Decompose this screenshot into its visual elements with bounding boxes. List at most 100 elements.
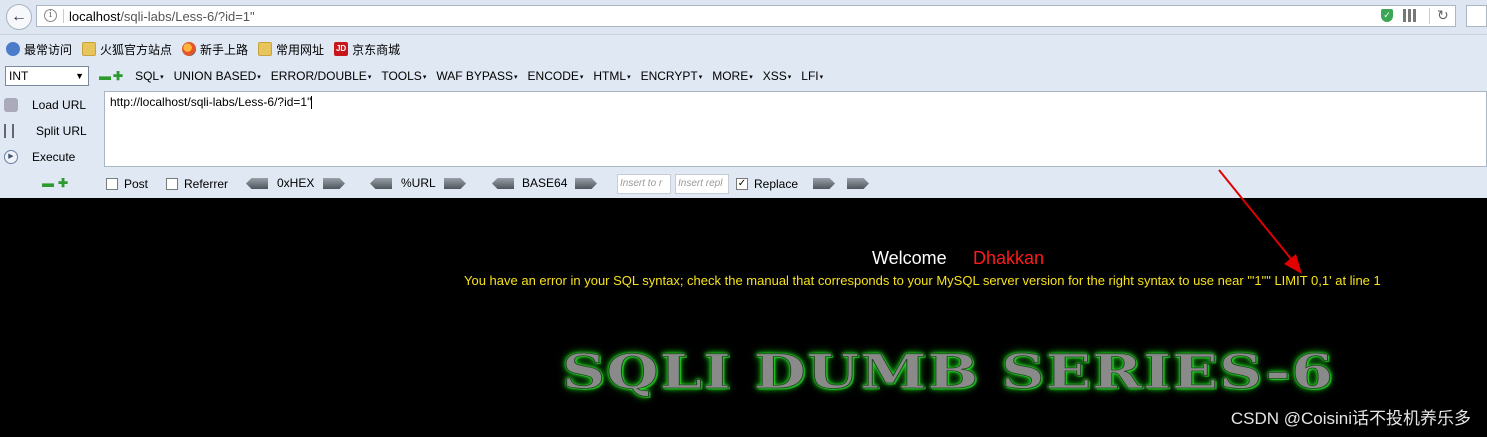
menu-label: WAF BYPASS [436, 69, 514, 83]
welcome-name: Dhakkan [973, 248, 1045, 268]
menu-waf-bypass[interactable]: WAF BYPASS▾ [436, 69, 517, 83]
firefox-icon [182, 42, 197, 56]
bookmark-common-sites[interactable]: 常用网址 [258, 41, 324, 58]
load-icon [4, 98, 18, 112]
replace-all-arrow[interactable] [847, 178, 869, 189]
caret-icon: ▾ [819, 73, 824, 81]
bookmark-most-visited[interactable]: 最常访问 [0, 41, 72, 58]
menu-union-based[interactable]: UNION BASED▾ [174, 69, 261, 83]
post-checkbox[interactable]: Post [106, 177, 148, 191]
post-label: Post [124, 177, 149, 191]
menu-label: ENCRYPT [640, 69, 698, 83]
caret-icon: ▾ [749, 73, 753, 81]
url-text[interactable]: localhost/sqli-labs/Less-6/?id=1" [69, 9, 255, 24]
url-enc-label: %URL [401, 176, 436, 190]
bookmark-label: 最常访问 [24, 42, 73, 57]
menu-xss[interactable]: XSS▾ [763, 69, 792, 83]
info-icon[interactable]: i [44, 9, 57, 22]
menu-html[interactable]: HTML▾ [593, 69, 630, 83]
url-host: localhost [69, 9, 121, 24]
menu-encode[interactable]: ENCODE▾ [528, 69, 584, 83]
bookmark-label: 火狐官方站点 [100, 42, 173, 57]
browser-chrome: ← i localhost/sqli-labs/Less-6/?id=1" ✓ … [0, 0, 1487, 198]
menu-lfi[interactable]: LFI▾ [801, 69, 823, 83]
address-bar[interactable]: i localhost/sqli-labs/Less-6/?id=1" ✓ ↻ [36, 5, 1456, 27]
checkbox-checked-box[interactable]: ✓ [736, 178, 748, 190]
replace-checkbox[interactable]: ✓ Replace [736, 177, 798, 191]
caret-icon: ▾ [422, 73, 427, 81]
menu-tools[interactable]: TOOLS▾ [381, 69, 426, 83]
type-select[interactable]: INT ▼ [5, 66, 89, 86]
folder-icon [258, 42, 273, 56]
base64-label: BASE64 [522, 176, 568, 190]
menu-sql[interactable]: SQL▾ [135, 69, 164, 83]
shield-icon[interactable]: ✓ [1381, 9, 1393, 22]
url-encode-arrow[interactable] [444, 178, 466, 189]
url-path: /sqli-labs/Less-6/?id=1" [120, 9, 255, 24]
caret-icon: ▾ [160, 73, 164, 81]
navigation-bar: ← i localhost/sqli-labs/Less-6/?id=1" ✓ … [0, 0, 1487, 35]
split-url-button[interactable]: Split URL [0, 120, 100, 142]
play-icon: ▶ [4, 150, 18, 164]
menu-label: XSS [762, 69, 787, 83]
insert-find-input[interactable]: Insert to r [617, 174, 671, 194]
caret-icon: ▾ [579, 73, 584, 81]
caret-icon: ▾ [787, 73, 792, 81]
replace-label: Replace [754, 177, 799, 191]
bookmark-getting-started[interactable]: 新手上路 [182, 41, 248, 58]
base64-encode-arrow[interactable] [575, 178, 597, 189]
checkbox-box[interactable] [166, 178, 178, 190]
referrer-checkbox[interactable]: Referrer [166, 177, 228, 191]
reload-separator [1429, 8, 1430, 24]
checkbox-box[interactable] [106, 178, 118, 190]
execute-button[interactable]: ▶ Execute [0, 146, 100, 168]
caret-icon: ▾ [698, 73, 703, 81]
insert-replace-input[interactable]: Insert repl [675, 174, 729, 194]
url-separator [63, 9, 64, 23]
split-url-label: Split URL [36, 124, 87, 138]
bookmarks-toolbar: 最常访问 火狐官方站点 新手上路 常用网址 JD 京东商城 [0, 38, 1487, 60]
caret-icon: ▾ [257, 73, 261, 81]
menu-label: SQL [135, 69, 160, 83]
load-url-label: Load URL [32, 98, 87, 112]
menu-label: TOOLS [381, 69, 422, 83]
hackbar-toolbar: INT ▼ ▬✚ SQL▾ UNION BASED▾ ERROR/DOUBLE▾ … [0, 64, 1487, 88]
back-button[interactable]: ← [6, 4, 32, 30]
most-visited-icon [6, 42, 20, 56]
menu-label: LFI [801, 69, 819, 83]
url-textarea-value: http://localhost/sqli-labs/Less-6/?id=1" [110, 95, 312, 109]
expand-buttons[interactable]: ▬✚ [42, 176, 72, 190]
hackbar-options-row: ▬✚ Post Referrer 0xHEX %URL BASE64 Inser… [0, 170, 1487, 196]
execute-label: Execute [32, 150, 76, 164]
hex-label: 0xHEX [277, 176, 315, 190]
menu-error-double[interactable]: ERROR/DOUBLE▾ [271, 69, 372, 83]
csdn-watermark: CSDN @Coisini话不投机养乐多 [1230, 409, 1471, 428]
menu-encrypt[interactable]: ENCRYPT▾ [641, 69, 703, 83]
jd-icon: JD [334, 42, 349, 56]
search-box[interactable] [1466, 5, 1487, 27]
replace-arrow[interactable] [813, 178, 835, 189]
caret-icon: ▾ [514, 73, 518, 81]
welcome-text: Welcome [872, 248, 947, 268]
menu-label: ERROR/DOUBLE [270, 69, 367, 83]
hex-decode-arrow[interactable] [246, 178, 268, 189]
qr-code-icon[interactable] [1403, 9, 1416, 22]
bookmark-firefox-site[interactable]: 火狐官方站点 [82, 41, 172, 58]
base64-decode-arrow[interactable] [492, 178, 514, 189]
bookmark-label: 新手上路 [200, 42, 249, 57]
scissors-icon [4, 124, 14, 138]
bookmark-label: 京东商城 [352, 42, 401, 57]
menu-more[interactable]: MORE▾ [712, 69, 753, 83]
url-textarea[interactable]: http://localhost/sqli-labs/Less-6/?id=1" [104, 91, 1487, 167]
load-url-button[interactable]: Load URL [0, 94, 100, 116]
menu-label: HTML [593, 69, 627, 83]
reload-icon[interactable]: ↻ [1437, 7, 1449, 24]
zoom-buttons[interactable]: ▬✚ [99, 69, 125, 83]
folder-icon [82, 42, 97, 56]
url-decode-arrow[interactable] [370, 178, 392, 189]
chevron-down-icon: ▼ [75, 71, 84, 81]
bookmark-jd[interactable]: JD 京东商城 [334, 41, 400, 58]
caret-icon: ▾ [627, 73, 631, 81]
menu-label: UNION BASED [173, 69, 257, 83]
hex-encode-arrow[interactable] [323, 178, 345, 189]
